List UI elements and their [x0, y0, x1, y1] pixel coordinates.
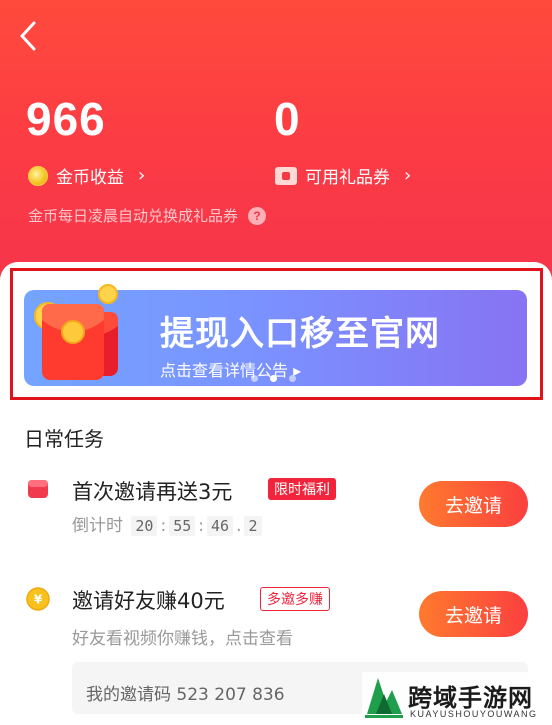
svg-text:¥: ¥ — [34, 593, 43, 607]
watermark-subtitle: KUAYUSHOUYOUWANG — [410, 709, 538, 719]
watermark-title: 跨域手游网 — [408, 684, 533, 712]
voucher-link[interactable]: 可用礼品券 › — [275, 163, 411, 188]
limited-offer-badge: 限时福利 — [268, 478, 336, 500]
back-button[interactable] — [14, 18, 44, 54]
invite-more-badge: 多邀多赚 — [260, 587, 330, 611]
help-icon[interactable]: ? — [248, 206, 267, 225]
countdown: 倒计时 20:55:46. 2 — [72, 511, 265, 536]
chevron-right-icon: › — [138, 165, 146, 186]
coin-earnings-link[interactable]: 金币收益 › — [28, 163, 145, 188]
invite-code-value: 523 207 836 — [176, 685, 285, 705]
gift-box-icon — [28, 480, 48, 498]
exchange-note-text: 金币每日凌晨自动兑换成礼品券 — [28, 207, 239, 225]
task-subtitle: 好友看视频你赚钱，点击查看 — [72, 629, 293, 649]
voucher-label: 可用礼品券 — [305, 168, 390, 188]
exchange-note: 金币每日凌晨自动兑换成礼品券 ? — [28, 205, 267, 226]
invite-button[interactable]: 去邀请 — [419, 591, 528, 637]
chevron-right-icon: › — [404, 165, 412, 186]
invite-button[interactable]: 去邀请 — [419, 481, 528, 527]
ticket-icon — [275, 166, 297, 185]
task-title: 首次邀请再送3元 — [72, 480, 233, 504]
countdown-seconds: 46 — [207, 516, 234, 536]
task-title: 邀请好友赚40元 — [72, 589, 225, 613]
header — [0, 0, 552, 300]
countdown-tenths: 2 — [244, 516, 262, 536]
countdown-minutes: 55 — [169, 516, 196, 536]
coin-icon — [28, 165, 48, 186]
countdown-label: 倒计时 — [72, 516, 123, 536]
coin-earnings-label: 金币收益 — [56, 168, 124, 188]
section-title: 日常任务 — [24, 427, 104, 451]
back-arrow-icon — [20, 21, 36, 51]
invite-code[interactable]: 我的邀请码 523 207 836 — [86, 680, 285, 705]
countdown-hours: 20 — [131, 516, 158, 536]
voucher-count: 0 — [274, 93, 301, 145]
highlight-frame — [10, 268, 543, 400]
coin-balance: 966 — [26, 93, 106, 145]
invite-code-label: 我的邀请码 — [86, 685, 171, 705]
coin-icon: ¥ — [26, 587, 50, 611]
